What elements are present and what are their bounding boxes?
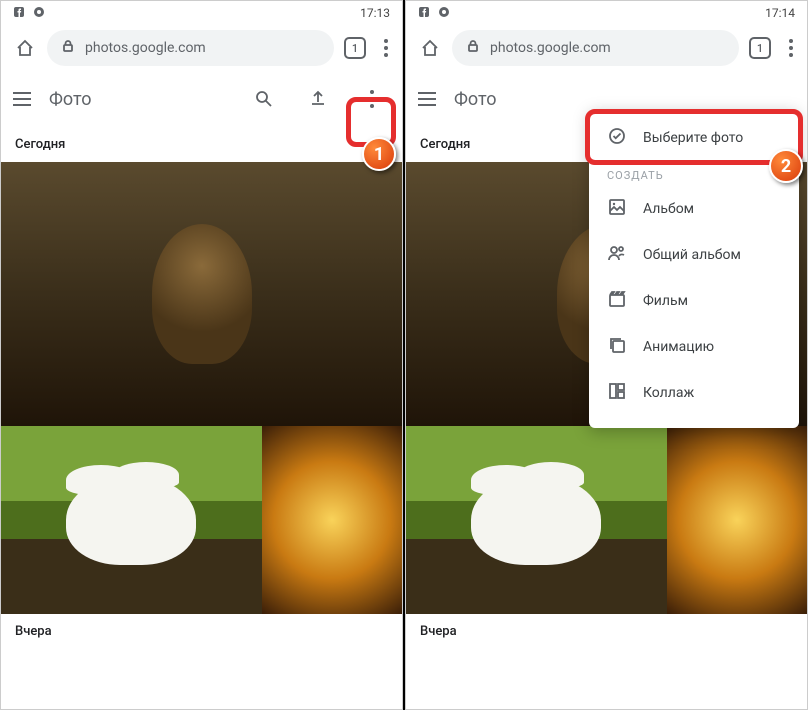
photo-thumbnail[interactable]: [1, 426, 262, 614]
section-today: Сегодня: [1, 127, 402, 162]
hamburger-icon[interactable]: [13, 92, 31, 106]
menu-item-label: Фильм: [643, 293, 688, 309]
chrome-icon: [33, 6, 45, 21]
album-icon: [607, 197, 627, 221]
page-title: Фото: [49, 89, 228, 110]
phone-screen-left: 17:13 photos.google.com 1 Фото Сегодня В…: [0, 0, 403, 710]
overflow-menu: Выберите фото СОЗДАТЬ Альбом Общий альбо…: [589, 109, 799, 428]
facebook-icon: [418, 6, 430, 21]
upload-icon[interactable]: [300, 81, 336, 117]
hamburger-icon[interactable]: [418, 92, 436, 106]
photo-thumbnail[interactable]: [406, 426, 667, 614]
browser-home-button[interactable]: [412, 30, 448, 66]
browser-overflow-icon[interactable]: [376, 39, 396, 57]
menu-item-album[interactable]: Альбом: [589, 186, 799, 232]
browser-url-bar: photos.google.com 1: [1, 25, 402, 71]
url-field[interactable]: photos.google.com: [452, 30, 739, 66]
page-title: Фото: [454, 89, 795, 110]
menu-item-animation[interactable]: Анимацию: [589, 324, 799, 370]
tab-count[interactable]: 1: [749, 37, 771, 59]
photo-thumbnail[interactable]: [262, 426, 402, 614]
movie-icon: [607, 289, 627, 313]
clock-time: 17:14: [765, 6, 795, 20]
search-icon[interactable]: [246, 81, 282, 117]
menu-item-collage[interactable]: Коллаж: [589, 370, 799, 416]
shared-album-icon: [607, 243, 627, 267]
clock-time: 17:13: [360, 6, 390, 20]
photo-thumbnail[interactable]: [1, 162, 402, 426]
phone-screen-right: 17:14 photos.google.com 1 Фото Сегодня В…: [405, 0, 808, 710]
menu-item-label: Анимацию: [643, 339, 714, 355]
status-bar: 17:13: [1, 1, 402, 25]
annotation-badge: 2: [769, 149, 803, 183]
facebook-icon: [13, 6, 25, 21]
collage-icon: [607, 381, 627, 405]
animation-icon: [607, 335, 627, 359]
status-bar: 17:14: [406, 1, 807, 25]
menu-item-label: Общий альбом: [643, 247, 741, 263]
section-yesterday: Вчера: [406, 614, 807, 649]
annotation-badge: 1: [362, 137, 396, 171]
browser-overflow-icon[interactable]: [781, 39, 801, 57]
url-text: photos.google.com: [85, 40, 206, 56]
menu-item-label: Коллаж: [643, 385, 694, 401]
menu-item-label: Альбом: [643, 201, 694, 217]
chrome-icon: [438, 6, 450, 21]
menu-item-shared-album[interactable]: Общий альбом: [589, 232, 799, 278]
url-text: photos.google.com: [490, 40, 611, 56]
lock-icon: [61, 39, 75, 57]
browser-home-button[interactable]: [7, 30, 43, 66]
tab-count[interactable]: 1: [344, 37, 366, 59]
photo-thumbnail[interactable]: [667, 426, 807, 614]
browser-url-bar: photos.google.com 1: [406, 25, 807, 71]
url-field[interactable]: photos.google.com: [47, 30, 334, 66]
lock-icon: [466, 39, 480, 57]
app-bar: Фото: [1, 71, 402, 127]
menu-item-movie[interactable]: Фильм: [589, 278, 799, 324]
section-yesterday: Вчера: [1, 614, 402, 649]
